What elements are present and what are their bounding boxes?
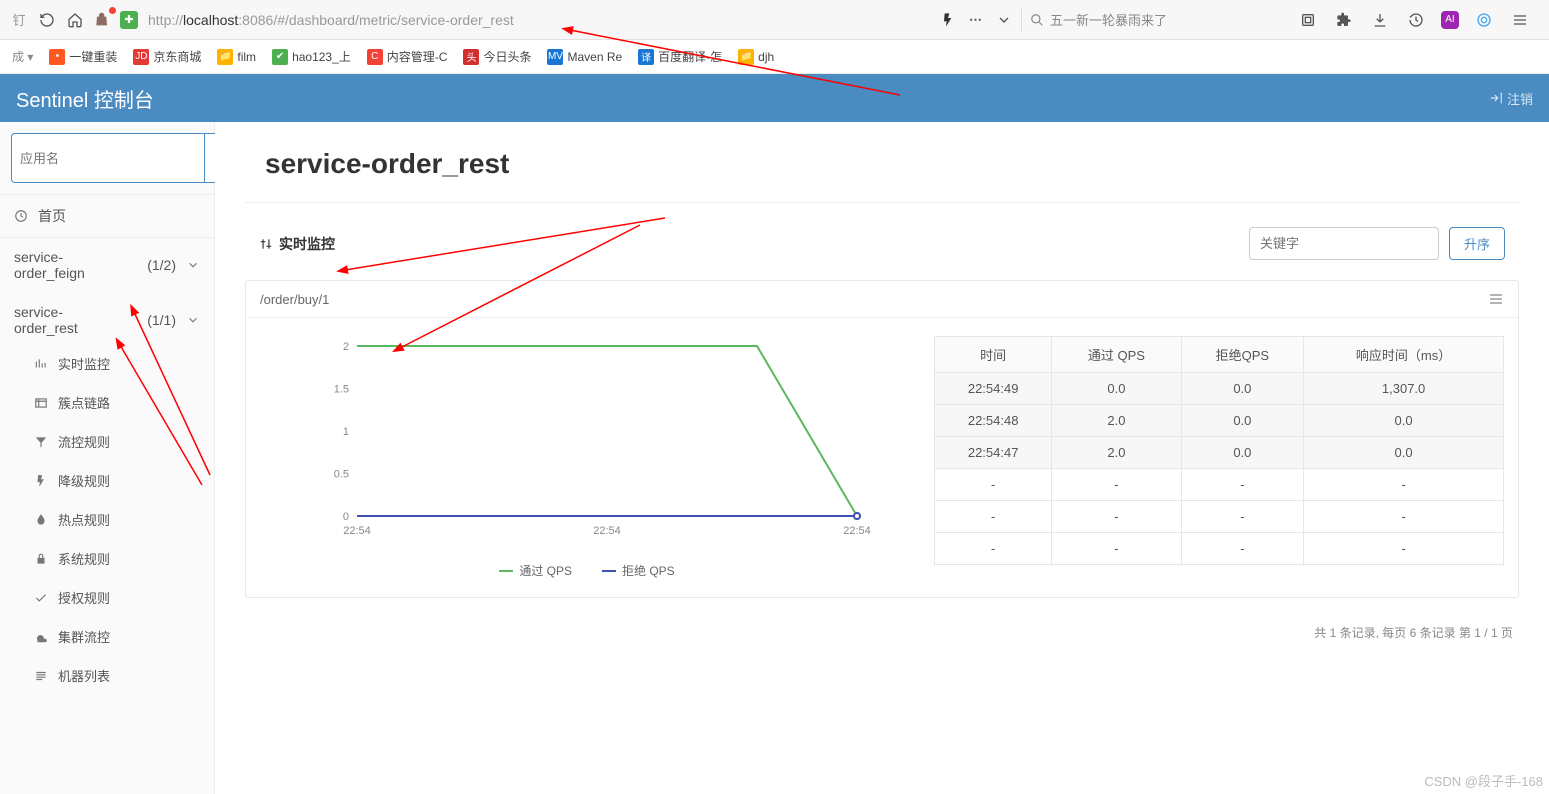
shield-icon: ✚ [120, 11, 138, 29]
table-header: 通过 QPS [1052, 337, 1181, 373]
metrics-table: 时间通过 QPS拒绝QPS响应时间（ms） 22:54:490.00.01,30… [934, 336, 1504, 565]
panel-label: 实时监控 [259, 234, 335, 254]
sidebar-menu-item[interactable]: 系统规则 [0, 539, 214, 578]
download-icon[interactable] [1369, 9, 1391, 31]
sidebar-menu-item[interactable]: 簇点链路 [0, 383, 214, 422]
bookmark-item[interactable]: 📁film [211, 46, 262, 68]
flash-icon[interactable] [937, 9, 959, 31]
table-header: 时间 [935, 337, 1052, 373]
bookmark-item[interactable]: 头今日头条 [457, 45, 537, 68]
app-header: Sentinel 控制台 注销 [0, 74, 1549, 122]
app-search-input[interactable] [11, 133, 204, 183]
table-row: ---- [935, 533, 1504, 565]
card-menu-icon[interactable] [1488, 291, 1504, 307]
ai-badge-icon[interactable]: AI [1441, 11, 1459, 29]
table-row: 22:54:482.00.00.0 [935, 405, 1504, 437]
table-row: ---- [935, 469, 1504, 501]
svg-text:1: 1 [343, 426, 349, 438]
chart-area: 0 0.5 1 1.5 2 22:54 22:54 22:54 通过 QPS 拒绝 QPS [254, 336, 920, 579]
screenshot-icon[interactable] [1297, 9, 1319, 31]
more-icon[interactable]: ⋯ [965, 9, 987, 31]
bookmark-item[interactable]: C内容管理-C [361, 45, 454, 68]
history-icon[interactable] [1405, 9, 1427, 31]
sidebar-menu-item[interactable]: 授权规则 [0, 578, 214, 617]
sidebar: 搜索 首页 service-order_feign (1/2) service-… [0, 122, 215, 794]
pager-text: 共 1 条记录, 每页 6 条记录 第 1 / 1 页 [245, 598, 1519, 651]
bookmark-chevron[interactable]: 成 ▾ [6, 45, 39, 68]
svg-text:22:54: 22:54 [843, 525, 871, 537]
reload-icon[interactable] [36, 9, 58, 31]
url-bar[interactable]: http://localhost:8086/#/dashboard/metric… [144, 12, 514, 28]
bookmark-item[interactable]: JD京东商城 [127, 45, 207, 68]
sidebar-app-feign[interactable]: service-order_feign (1/2) [0, 238, 214, 293]
bookmark-item[interactable]: 译百度翻译-怎 [632, 45, 728, 68]
sidebar-menu-item[interactable]: 热点规则 [0, 500, 214, 539]
table-row: ---- [935, 501, 1504, 533]
sidebar-app-rest[interactable]: service-order_rest (1/1) [0, 293, 214, 348]
browser-chrome: 钉 ✚ http://localhost:8086/#/dashboard/me… [0, 0, 1549, 40]
sidebar-menu-item[interactable]: 降级规则 [0, 461, 214, 500]
svg-text:0: 0 [343, 511, 349, 523]
home-icon[interactable] [64, 9, 86, 31]
browser-search[interactable]: 五一新一轮暴雨来了 [1021, 8, 1281, 32]
legend-item: 通过 QPS [499, 562, 572, 579]
bookmark-item[interactable]: •一键重装 [43, 45, 123, 68]
bookmark-bar: 成 ▾ •一键重装JD京东商城📁film✔hao123_上C内容管理-C头今日头… [0, 40, 1549, 74]
sidebar-menu-item[interactable]: 机器列表 [0, 656, 214, 695]
svg-text:22:54: 22:54 [593, 525, 621, 537]
metric-card: /order/buy/1 0 0.5 1 1.5 2 22:54 22:54 22:54 通过… [245, 280, 1519, 598]
table-header: 拒绝QPS [1181, 337, 1304, 373]
watermark: CSDN @段子手-168 [1424, 771, 1543, 790]
logout-link[interactable]: 注销 [1489, 89, 1533, 108]
bookmark-item[interactable]: MVMaven Re [541, 46, 628, 68]
chevron-down-icon[interactable] [993, 9, 1015, 31]
svg-text:22:54: 22:54 [343, 525, 371, 537]
svg-text:2: 2 [343, 341, 349, 353]
shopping-icon[interactable] [92, 9, 114, 31]
svg-text:0.5: 0.5 [334, 469, 349, 481]
sort-button[interactable]: 升序 [1449, 227, 1505, 260]
sidebar-home[interactable]: 首页 [0, 194, 214, 238]
menu-icon[interactable] [1509, 9, 1531, 31]
table-header: 响应时间（ms） [1304, 337, 1504, 373]
sidebar-menu-item[interactable]: 集群流控 [0, 617, 214, 656]
browser-logo-icon[interactable] [1473, 9, 1495, 31]
chevron-down-icon [186, 258, 200, 272]
chart-legend: 通过 QPS 拒绝 QPS [254, 556, 920, 579]
card-title: /order/buy/1 [260, 292, 329, 307]
browser-tools: AI [1287, 9, 1541, 31]
table-row: 22:54:472.00.00.0 [935, 437, 1504, 469]
legend-item: 拒绝 QPS [602, 562, 675, 579]
sidebar-menu-item[interactable]: 流控规则 [0, 422, 214, 461]
svg-text:1.5: 1.5 [334, 384, 349, 396]
page-title: service-order_rest [265, 148, 1519, 180]
main-content: service-order_rest 实时监控 升序 /order/buy/1 … [215, 122, 1549, 794]
table-row: 22:54:490.00.01,307.0 [935, 373, 1504, 405]
bookmark-item[interactable]: ✔hao123_上 [266, 45, 357, 68]
bookmark-item[interactable]: 📁djh [732, 46, 780, 68]
chevron-down-icon [186, 313, 200, 327]
app-title: Sentinel 控制台 [16, 84, 154, 113]
extension-icon[interactable] [1333, 9, 1355, 31]
dingtalk-icon[interactable]: 钉 [8, 9, 30, 31]
keyword-input[interactable] [1249, 227, 1439, 260]
sidebar-menu-item[interactable]: 实时监控 [0, 348, 214, 383]
panel-head: 实时监控 升序 [245, 217, 1519, 270]
